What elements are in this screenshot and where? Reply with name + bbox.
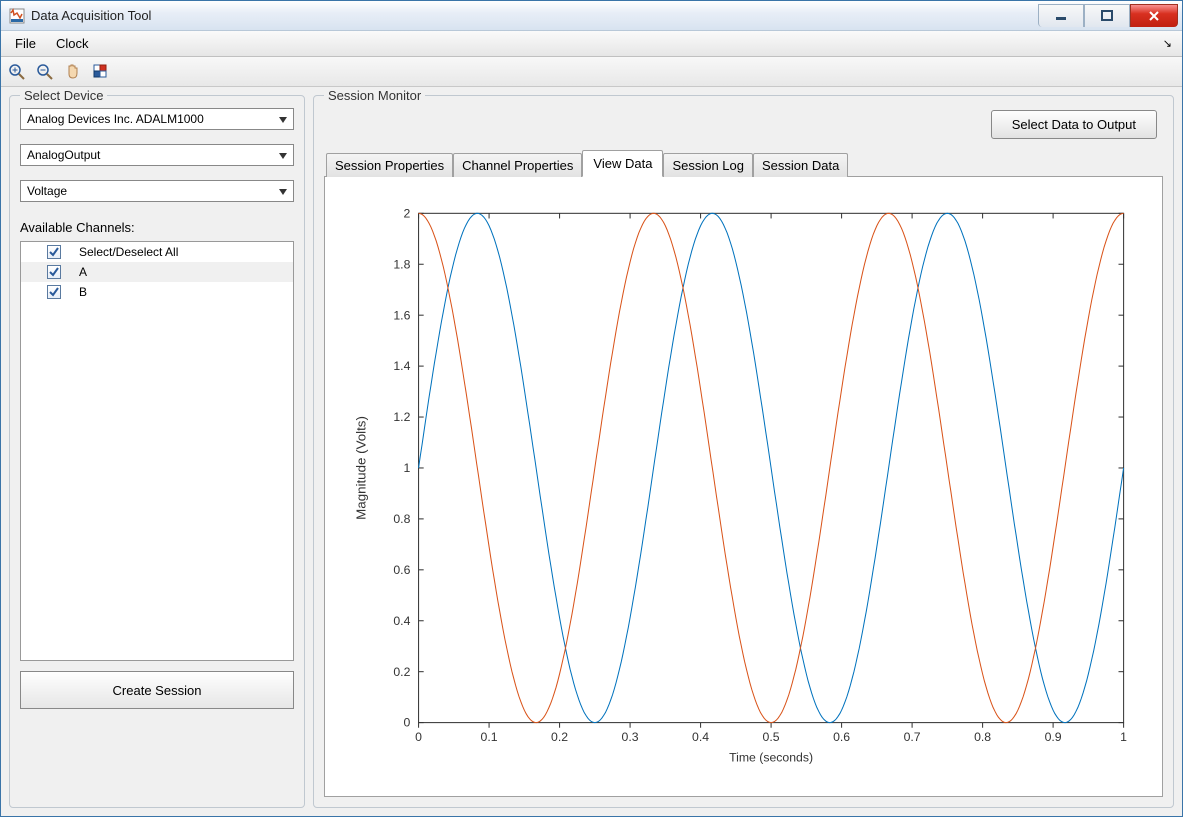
checkbox-all[interactable]: [47, 245, 61, 259]
pan-icon[interactable]: [63, 62, 83, 82]
session-monitor-legend: Session Monitor: [324, 88, 425, 103]
device-combo[interactable]: Analog Devices Inc. ADALM1000: [20, 108, 294, 130]
svg-text:Time (seconds): Time (seconds): [729, 751, 813, 765]
app-icon: [9, 8, 25, 24]
svg-text:2: 2: [404, 206, 411, 220]
checkbox-b[interactable]: [47, 285, 61, 299]
channel-row-all[interactable]: Select/Deselect All: [21, 242, 293, 262]
svg-text:0.4: 0.4: [393, 614, 410, 628]
select-device-legend: Select Device: [20, 88, 107, 103]
svg-text:1.2: 1.2: [393, 410, 410, 424]
svg-text:0.6: 0.6: [833, 730, 850, 744]
svg-text:0.2: 0.2: [393, 665, 410, 679]
svg-text:0.8: 0.8: [393, 512, 410, 526]
svg-text:0.7: 0.7: [904, 730, 921, 744]
tab-row: Session Properties Channel Properties Vi…: [324, 149, 1163, 177]
svg-text:0.2: 0.2: [551, 730, 568, 744]
channel-row-label: Select/Deselect All: [79, 245, 178, 259]
tab-session-properties[interactable]: Session Properties: [326, 153, 453, 177]
svg-text:0.8: 0.8: [974, 730, 991, 744]
chart: 0 0.1 0.2 0.3 0.4 0.5 0.6 0.7 0.8 0.9 1 0 0.2 0.4 0.6 0…: [345, 201, 1142, 776]
available-channels-label: Available Channels:: [20, 220, 294, 235]
menu-clock[interactable]: Clock: [46, 33, 99, 54]
app-window: Data Acquisition Tool File Clock ↘: [0, 0, 1183, 817]
channel-list: Select/Deselect All A B: [20, 241, 294, 661]
menubar: File Clock ↘: [1, 31, 1182, 57]
select-data-output-button[interactable]: Select Data to Output: [991, 110, 1157, 139]
svg-text:1.6: 1.6: [393, 308, 410, 322]
minimize-button[interactable]: [1038, 4, 1084, 27]
maximize-button[interactable]: [1084, 4, 1130, 27]
channel-row-b[interactable]: B: [21, 282, 293, 302]
window-title: Data Acquisition Tool: [31, 8, 1038, 23]
svg-text:Magnitude (Volts): Magnitude (Volts): [353, 416, 368, 520]
create-session-button[interactable]: Create Session: [20, 671, 294, 709]
checkbox-a[interactable]: [47, 265, 61, 279]
data-cursor-icon[interactable]: [91, 62, 111, 82]
svg-text:1: 1: [404, 461, 411, 475]
svg-text:1.4: 1.4: [393, 359, 410, 373]
zoom-out-icon[interactable]: [35, 62, 55, 82]
measure-combo[interactable]: Voltage: [20, 180, 294, 202]
svg-text:0.1: 0.1: [481, 730, 498, 744]
svg-text:1.8: 1.8: [393, 257, 410, 271]
toolbar-overflow-icon[interactable]: ↘: [1163, 37, 1172, 50]
zoom-in-icon[interactable]: [7, 62, 27, 82]
svg-text:0: 0: [404, 716, 411, 730]
titlebar: Data Acquisition Tool: [1, 1, 1182, 31]
session-monitor-group: Session Monitor Select Data to Output Se…: [313, 95, 1174, 808]
svg-text:0.6: 0.6: [393, 563, 410, 577]
svg-text:0.4: 0.4: [692, 730, 709, 744]
svg-text:0: 0: [415, 730, 422, 744]
tab-view-data[interactable]: View Data: [582, 150, 663, 177]
mode-combo[interactable]: AnalogOutput: [20, 144, 294, 166]
channel-row-label: A: [79, 265, 87, 279]
toolbar: [1, 57, 1182, 87]
select-device-group: Select Device Analog Devices Inc. ADALM1…: [9, 95, 305, 808]
tab-session-log[interactable]: Session Log: [663, 153, 753, 177]
tab-channel-properties[interactable]: Channel Properties: [453, 153, 582, 177]
menu-file[interactable]: File: [5, 33, 46, 54]
channel-row-a[interactable]: A: [21, 262, 293, 282]
svg-text:0.3: 0.3: [622, 730, 639, 744]
svg-text:0.5: 0.5: [763, 730, 780, 744]
tab-content: 0 0.1 0.2 0.3 0.4 0.5 0.6 0.7 0.8 0.9 1 0 0.2 0.4 0.6 0…: [324, 177, 1163, 797]
close-button[interactable]: [1130, 4, 1178, 27]
svg-text:0.9: 0.9: [1045, 730, 1062, 744]
channel-row-label: B: [79, 285, 87, 299]
tab-session-data[interactable]: Session Data: [753, 153, 848, 177]
svg-text:1: 1: [1120, 730, 1127, 744]
